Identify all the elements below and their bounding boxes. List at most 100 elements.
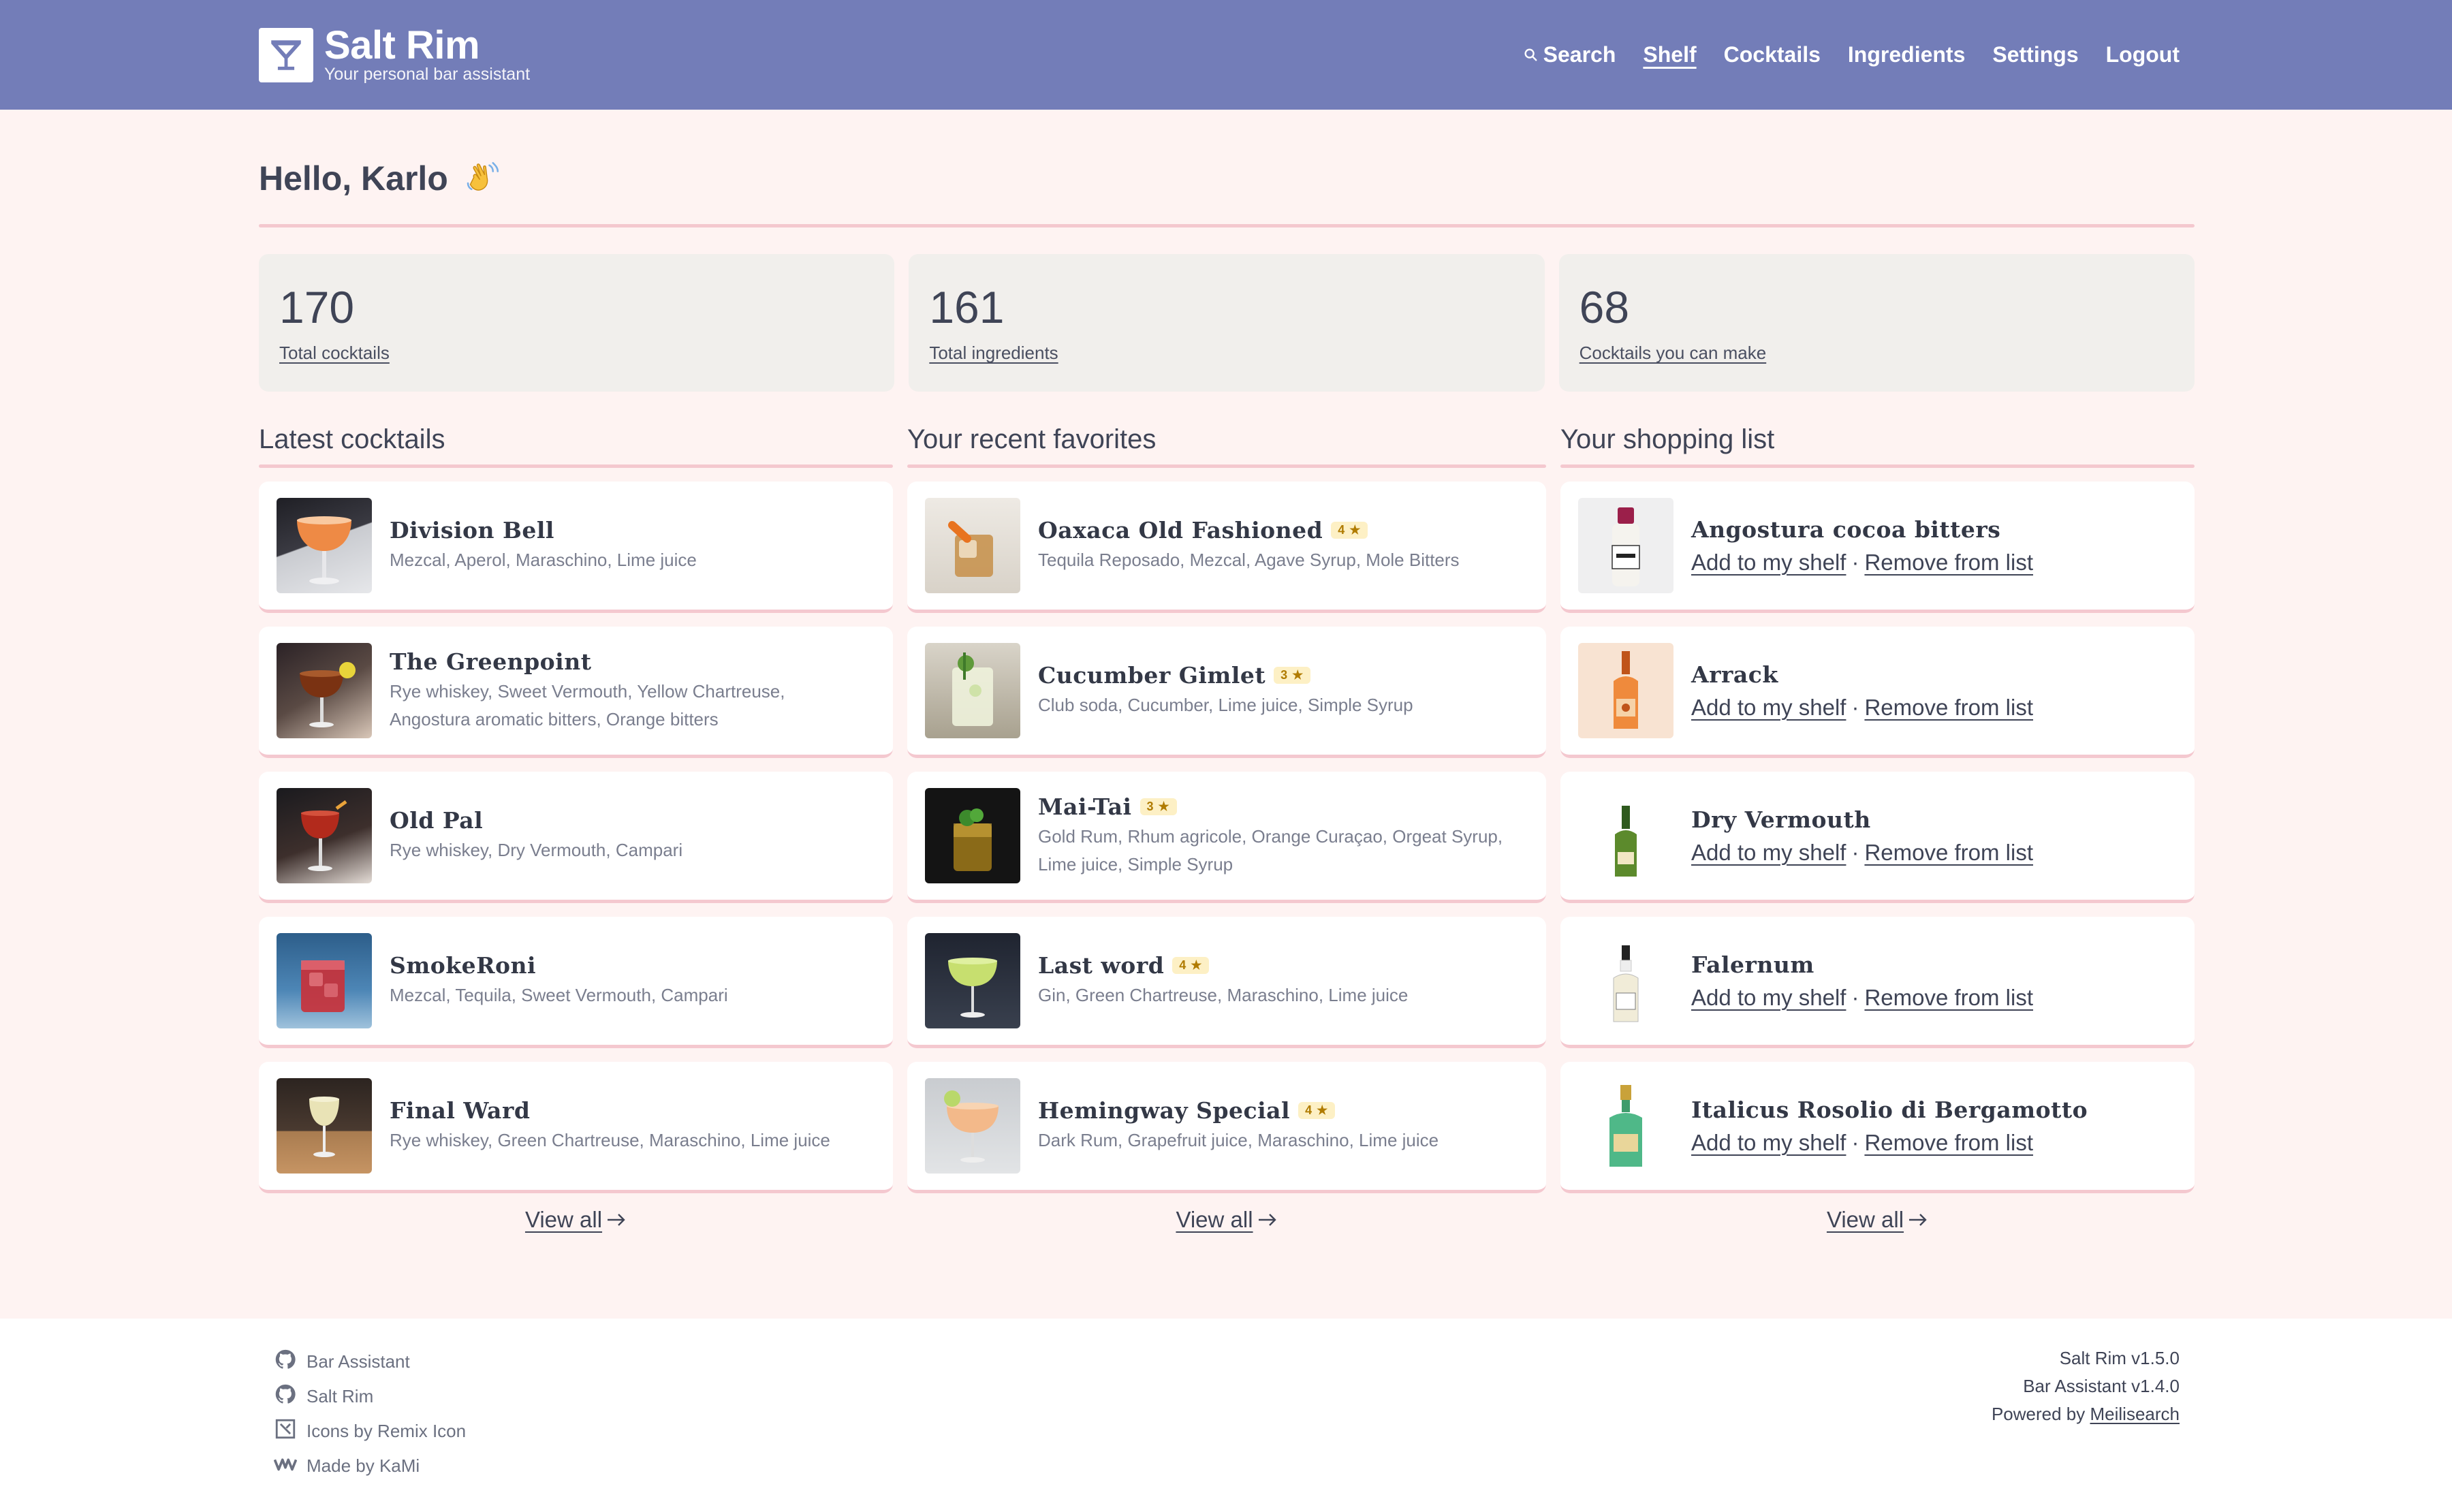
remove-from-list-link[interactable]: Remove from list	[1864, 695, 2033, 720]
cocktail-ingredients: Mezcal, Tequila, Sweet Vermouth, Campari	[390, 985, 728, 1005]
cocktail-card[interactable]: Hemingway Special 4 ★ Dark Rum, Grapefrui…	[907, 1062, 1546, 1193]
cocktail-name: Division Bell	[390, 517, 554, 544]
remove-from-list-link[interactable]: Remove from list	[1864, 985, 2033, 1010]
footer-link-bar-assistant[interactable]: Bar Assistant	[274, 1344, 466, 1379]
rating-badge: 4 ★	[1172, 957, 1210, 974]
cocktail-card[interactable]: Division Bell Mezcal, Aperol, Maraschino…	[259, 482, 893, 613]
cocktail-card[interactable]: Cucumber Gimlet 3 ★ Club soda, Cucumber, …	[907, 627, 1546, 758]
bar-assistant-version: Bar Assistant v1.4.0	[2023, 1376, 2180, 1396]
nav-cocktails[interactable]: Cocktails	[1724, 42, 1821, 67]
add-to-shelf-link[interactable]: Add to my shelf	[1691, 1130, 1846, 1155]
ingredient-name: Dry Vermouth	[1691, 806, 1871, 833]
martini-glass-icon	[259, 27, 313, 82]
kami-icon	[273, 1452, 306, 1480]
ingredient-name: Falernum	[1691, 951, 1814, 978]
remove-from-list-link[interactable]: Remove from list	[1864, 840, 2033, 865]
view-all-latest-link[interactable]: View all	[525, 1207, 602, 1232]
stat-link-total-ingredients[interactable]: Total ingredients	[929, 343, 1058, 364]
stat-value: 68	[1579, 282, 1630, 332]
remove-from-list-link[interactable]: Remove from list	[1864, 1130, 2033, 1155]
separator: ·	[1851, 1129, 1859, 1155]
shopping-actions: Add to my shelf · Remove from list	[1691, 985, 2033, 1011]
rating-badge: 3 ★	[1274, 667, 1311, 684]
section-title: Your recent favorites	[907, 424, 1157, 454]
nav-search-label: Search	[1543, 42, 1616, 67]
view-all-favorites-link[interactable]: View all	[1176, 1207, 1253, 1232]
view-all-favorites: View all	[907, 1207, 1546, 1233]
top-header: Salt Rim Your personal bar assistant Sea…	[0, 0, 2452, 110]
shopping-actions: Add to my shelf · Remove from list	[1691, 1130, 2088, 1156]
cocktail-card[interactable]: Oaxaca Old Fashioned 4 ★ Tequila Reposado…	[907, 482, 1546, 613]
nav-search[interactable]: Search	[1523, 42, 1616, 67]
separator: ·	[1851, 984, 1859, 1010]
page-footer: Bar Assistant Salt Rim Icons by Remix Ic…	[0, 1319, 2452, 1512]
github-icon	[274, 1383, 306, 1411]
cocktail-ingredients: Mezcal, Aperol, Maraschino, Lime juice	[390, 550, 697, 570]
cocktail-ingredients: Tequila Reposado, Mezcal, Agave Syrup, M…	[1038, 550, 1460, 570]
search-icon	[1523, 42, 1543, 67]
cocktail-name-text: Hemingway Special	[1038, 1097, 1291, 1124]
greeting-text: Hello, Karlo	[259, 159, 448, 198]
cocktail-name: Old Pal	[390, 807, 484, 834]
cocktail-card[interactable]: Last word 4 ★ Gin, Green Chartreuse, Mara…	[907, 917, 1546, 1048]
stat-link-total-cocktails[interactable]: Total cocktails	[279, 343, 390, 364]
powered-by: Powered by Meilisearch	[1992, 1400, 2180, 1428]
ingredient-image	[1578, 498, 1673, 593]
arrow-right-icon	[1908, 1207, 1928, 1233]
cocktail-image	[925, 933, 1020, 1028]
remove-from-list-link[interactable]: Remove from list	[1864, 550, 2033, 575]
cocktail-card[interactable]: Final Ward Rye whiskey, Green Chartreuse…	[259, 1062, 893, 1193]
footer-links: Bar Assistant Salt Rim Icons by Remix Ic…	[273, 1344, 466, 1483]
ingredient-image	[1578, 643, 1673, 738]
cocktail-card[interactable]: SmokeRoni Mezcal, Tequila, Sweet Vermout…	[259, 917, 893, 1048]
cocktail-image	[925, 788, 1020, 883]
powered-by-label: Powered by	[1991, 1404, 2086, 1424]
rating-badge: 3 ★	[1139, 798, 1177, 815]
recent-favorites-column: Your recent favorites Oaxaca Old Fashion…	[907, 424, 1546, 1233]
remix-icon	[274, 1417, 306, 1445]
app-title: Salt Rim	[324, 22, 480, 67]
ingredient-name: Italicus Rosolio di Bergamotto	[1691, 1096, 2088, 1123]
section-divider	[259, 464, 893, 468]
footer-link-label: Salt Rim	[306, 1386, 374, 1406]
cocktail-card[interactable]: The Greenpoint Rye whiskey, Sweet Vermou…	[259, 627, 893, 758]
footer-link-label: Made by KaMi	[306, 1455, 420, 1476]
add-to-shelf-link[interactable]: Add to my shelf	[1691, 985, 1846, 1010]
footer-link-salt-rim[interactable]: Salt Rim	[274, 1379, 466, 1414]
nav-logout[interactable]: Logout	[2106, 42, 2180, 67]
nav-ingredients[interactable]: Ingredients	[1848, 42, 1965, 67]
cocktail-name: Mai-Tai 3 ★	[1038, 793, 1528, 820]
meilisearch-link[interactable]: Meilisearch	[2090, 1404, 2180, 1424]
shopping-item-card: Falernum Add to my shelf · Remove from lis…	[1560, 917, 2195, 1048]
brand[interactable]: Salt Rim Your personal bar assistant	[259, 22, 530, 84]
dashboard-columns: Latest cocktails Division Bell Mezcal, A…	[259, 424, 2195, 1233]
cocktail-image	[925, 498, 1020, 593]
stats-row: 170 Total cocktails 161 Total ingredient…	[259, 254, 2195, 392]
cocktail-ingredients: Rye whiskey, Dry Vermouth, Campari	[390, 840, 683, 860]
salt-rim-version: Salt Rim v1.5.0	[2059, 1348, 2180, 1368]
stat-link-cocktails-you-can-make[interactable]: Cocktails you can make	[1579, 343, 1767, 364]
separator: ·	[1851, 694, 1859, 720]
stat-value: 170	[279, 282, 355, 332]
nav-settings[interactable]: Settings	[1992, 42, 2078, 67]
greeting-divider	[259, 224, 2195, 227]
footer-link-kami[interactable]: Made by KaMi	[273, 1449, 466, 1483]
ingredient-name: Arrack	[1691, 661, 1778, 688]
add-to-shelf-link[interactable]: Add to my shelf	[1691, 695, 1846, 720]
cocktail-card[interactable]: Mai-Tai 3 ★ Gold Rum, Rhum agricole, Oran…	[907, 772, 1546, 903]
cocktail-name-text: Last word	[1038, 952, 1165, 979]
cocktail-image	[925, 643, 1020, 738]
cocktail-image	[277, 1078, 372, 1174]
stat-total-ingredients: 161 Total ingredients	[909, 254, 1545, 392]
main-nav: Search Shelf Cocktails Ingredients Setti…	[1496, 42, 2180, 67]
view-all-latest: View all	[259, 1207, 893, 1233]
add-to-shelf-link[interactable]: Add to my shelf	[1691, 840, 1846, 865]
footer-link-remix-icon[interactable]: Icons by Remix Icon	[274, 1414, 466, 1449]
cocktail-card[interactable]: Old Pal Rye whiskey, Dry Vermouth, Campa…	[259, 772, 893, 903]
shopping-item-card: Dry Vermouth Add to my shelf · Remove from…	[1560, 772, 2195, 903]
shopping-item-card: Italicus Rosolio di Bergamotto Add to my…	[1560, 1062, 2195, 1193]
view-all-shopping-link[interactable]: View all	[1827, 1207, 1904, 1232]
add-to-shelf-link[interactable]: Add to my shelf	[1691, 550, 1846, 575]
page-title: Hello, Karlo	[259, 159, 2195, 198]
nav-shelf[interactable]: Shelf	[1643, 42, 1696, 67]
